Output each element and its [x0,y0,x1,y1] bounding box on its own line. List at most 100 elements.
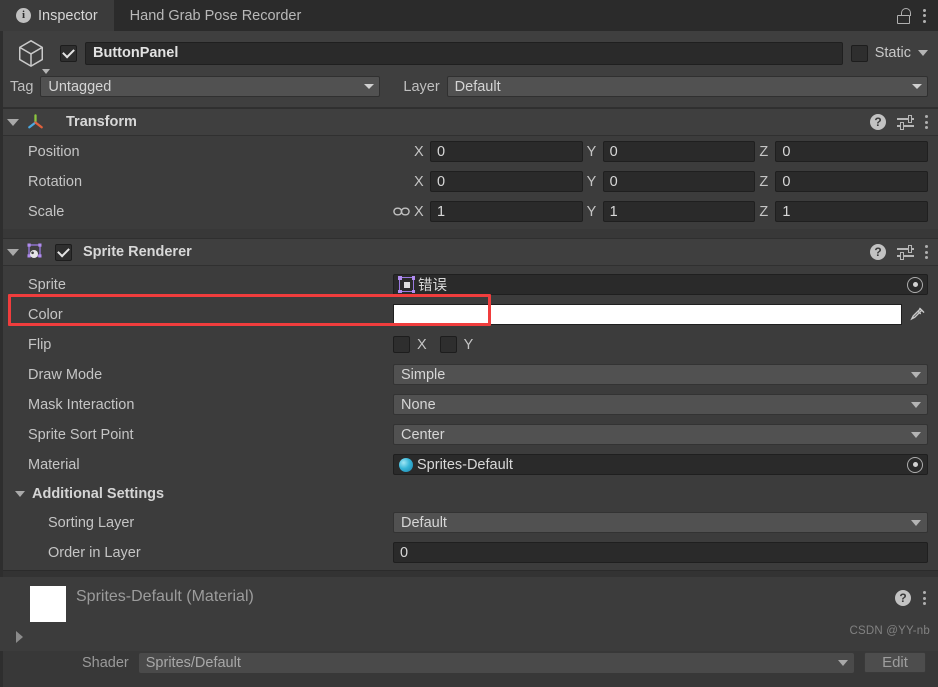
rotation-x-input[interactable]: 0 [430,171,583,192]
flip-x-checkbox[interactable] [393,336,410,353]
mask-interaction-value: None [401,396,436,413]
position-y-value: 0 [609,143,618,160]
material-object-field[interactable]: Sprites-Default [393,454,928,475]
position-z-value: 0 [782,143,791,160]
object-picker-icon[interactable] [907,456,923,473]
sprite-sort-point-dropdown[interactable]: Center [393,424,928,445]
flip-checkboxes: X Y [393,336,928,353]
transform-title: Transform [66,114,137,130]
order-in-layer-value: 0 [400,544,409,561]
material-sphere-icon [399,457,413,472]
sprite-renderer-component-header[interactable]: Sprite Renderer ? [0,238,938,266]
chevron-down-icon [911,401,921,408]
gameobject-header: ButtonPanel Static Tag Untagged Layer De… [0,31,938,108]
scale-link-icon[interactable] [393,206,410,217]
rotation-y-input[interactable]: 0 [602,171,756,192]
color-row: Color [0,303,938,326]
chevron-down-icon [364,84,375,89]
gameobject-name-input[interactable]: ButtonPanel [85,41,843,65]
position-fields: X 0 Y 0 Z 0 [410,141,929,162]
preset-sliders-icon[interactable] [897,245,914,260]
help-icon[interactable]: ? [870,114,886,130]
sprite-label: Sprite [28,276,66,293]
object-picker-icon[interactable] [907,276,923,293]
transform-position-row: Position X 0 Y 0 Z 0 [0,140,938,163]
position-y-input[interactable]: 0 [602,141,756,162]
eyedropper-icon[interactable] [906,306,928,323]
scale-x-input[interactable]: 1 [430,201,583,222]
axis-z-label: Z [759,203,769,220]
material-thumbnail [30,586,66,622]
axis-z-label: Z [759,173,769,190]
order-in-layer-row: Order in Layer 0 [0,541,938,564]
static-checkbox[interactable] [850,44,868,62]
additional-settings-foldout[interactable]: Additional Settings [0,483,938,505]
scale-label: Scale [28,203,65,220]
scale-y-input[interactable]: 1 [602,201,756,222]
kebab-menu-icon[interactable] [923,591,926,605]
scale-z-input[interactable]: 1 [775,201,929,222]
sorting-layer-dropdown[interactable]: Default [393,512,928,533]
transform-header-actions: ? [870,114,928,130]
color-swatch[interactable] [393,304,902,325]
axis-y-label: Y [586,173,597,190]
kebab-menu-icon[interactable] [923,8,926,23]
help-icon[interactable]: ? [895,590,911,606]
axis-x-label: X [414,203,424,220]
sprite-sort-point-row: Sprite Sort Point Center [0,423,938,446]
sprite-asset-icon [398,276,415,293]
shader-value: Sprites/Default [145,654,241,671]
foldout-expanded-icon[interactable] [7,248,19,256]
chevron-down-icon [911,371,921,378]
chevron-down-icon [911,431,921,438]
kebab-menu-icon[interactable] [925,115,928,129]
static-label: Static [874,45,911,61]
position-x-input[interactable]: 0 [430,141,583,162]
rotation-fields: X 0 Y 0 Z 0 [410,171,929,192]
flip-y-checkbox[interactable] [439,336,457,353]
edit-shader-button[interactable]: Edit [864,652,926,673]
rotation-z-input[interactable]: 0 [775,171,929,192]
foldout-collapsed-icon[interactable] [16,631,23,643]
help-icon[interactable]: ? [870,244,886,260]
transform-component-header[interactable]: Transform ? [0,108,938,136]
axis-z-label: Z [759,143,769,160]
panel-divider[interactable] [0,570,938,577]
gameobject-name-value: ButtonPanel [93,45,179,61]
foldout-expanded-icon[interactable] [7,118,19,126]
sprite-renderer-enabled-checkbox[interactable] [55,243,72,261]
layer-label: Layer [403,78,440,95]
sprite-object-field[interactable]: 错误 [393,274,928,295]
mask-interaction-dropdown[interactable]: None [393,394,928,415]
shader-dropdown[interactable]: Sprites/Default [138,652,854,673]
tab-inspector[interactable]: i Inspector [0,0,114,31]
rotation-z-value: 0 [782,173,791,190]
sprite-renderer-component-body: Sprite 错误 Color Flip X Y Draw Mode Simpl… [0,266,938,570]
static-dropdown-caret-icon[interactable] [918,50,928,56]
tag-value: Untagged [48,78,112,95]
preset-sliders-icon[interactable] [897,115,914,130]
layer-dropdown[interactable]: Default [446,76,928,97]
order-in-layer-input[interactable]: 0 [393,542,928,563]
gameobject-enabled-checkbox[interactable] [60,44,77,62]
position-z-input[interactable]: 0 [775,141,929,162]
window-tab-bar-actions [897,0,938,31]
flip-x-label: X [417,336,427,353]
watermark-text: CSDN @YY-nb [849,625,930,637]
gameobject-name-row: ButtonPanel Static [10,38,928,74]
edit-button-label: Edit [882,654,908,671]
scale-x-value: 1 [437,203,446,220]
cube-icon[interactable] [10,38,52,74]
draw-mode-dropdown[interactable]: Simple [393,364,928,385]
flip-label: Flip [28,336,52,353]
axis-y-label: Y [586,143,597,160]
cube-dropdown-caret-icon[interactable] [42,69,50,74]
lock-open-icon[interactable] [897,7,911,24]
chevron-down-icon [838,659,848,666]
sprite-sort-point-value: Center [401,426,445,443]
shader-label: Shader [82,654,129,671]
kebab-menu-icon[interactable] [925,245,928,259]
additional-settings-label: Additional Settings [32,486,165,502]
tab-hand-grab-pose-recorder[interactable]: Hand Grab Pose Recorder [114,0,318,31]
tag-dropdown[interactable]: Untagged [40,76,381,97]
